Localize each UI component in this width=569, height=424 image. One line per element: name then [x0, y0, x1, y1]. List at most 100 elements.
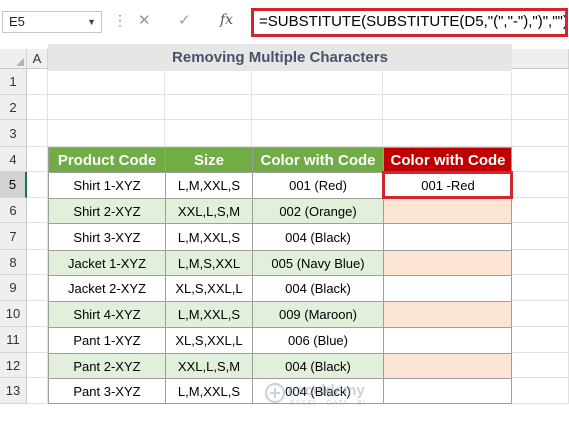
result-cell[interactable] — [383, 275, 512, 301]
product-code-cell[interactable]: Shirt 3-XYZ — [48, 223, 165, 250]
formula-bar: E5 ▼ ⋮ ✕ ✓ fx =SUBSTITUTE(SUBSTITUTE(D5,… — [0, 0, 569, 44]
header-color-with-code[interactable]: Color with Code — [252, 147, 383, 172]
grid-cell[interactable] — [512, 223, 569, 250]
grid-cell[interactable] — [512, 250, 569, 275]
result-cell[interactable] — [383, 198, 512, 223]
name-box[interactable]: E5 ▼ — [2, 11, 102, 33]
more-options-icon[interactable]: ⋮ — [113, 12, 127, 29]
size-cell[interactable]: XXL,L,S,M — [165, 198, 252, 223]
result-cell[interactable] — [383, 327, 512, 353]
column-header-next[interactable] — [512, 49, 569, 69]
grid-cell[interactable] — [165, 69, 252, 95]
header-size[interactable]: Size — [165, 147, 252, 172]
result-cell[interactable] — [383, 353, 512, 378]
color-code-cell[interactable]: 004 (Black) — [252, 223, 383, 250]
grid-cell[interactable] — [27, 301, 48, 327]
grid-cell[interactable] — [512, 95, 569, 120]
row-header-11[interactable]: 11 — [0, 327, 27, 353]
size-cell[interactable]: XL,S,XXL,L — [165, 275, 252, 301]
header-result-color-with-code[interactable]: Color with Code — [383, 147, 512, 172]
grid-cell[interactable] — [165, 120, 252, 147]
row-header-4[interactable]: 4 — [0, 147, 27, 172]
grid-cell[interactable] — [27, 223, 48, 250]
grid-cell[interactable] — [252, 69, 383, 95]
product-code-cell[interactable]: Pant 3-XYZ — [48, 378, 165, 404]
row-header-8[interactable]: 8 — [0, 250, 27, 275]
row-header-13[interactable]: 13 — [0, 378, 27, 404]
grid-cell[interactable] — [512, 353, 569, 378]
color-code-cell[interactable]: 004 (Black) — [252, 275, 383, 301]
size-cell[interactable]: L,M,XXL,S — [165, 301, 252, 327]
product-code-cell[interactable]: Shirt 2-XYZ — [48, 198, 165, 223]
size-cell[interactable]: XXL,L,S,M — [165, 353, 252, 378]
grid-cell[interactable] — [252, 120, 383, 147]
grid-cell[interactable] — [27, 147, 48, 172]
color-code-cell[interactable]: 002 (Orange) — [252, 198, 383, 223]
grid-cell[interactable] — [512, 69, 569, 95]
grid-cell[interactable] — [27, 198, 48, 223]
color-code-cell[interactable]: 001 (Red) — [252, 172, 383, 198]
result-cell[interactable] — [383, 250, 512, 275]
grid-cell[interactable] — [383, 69, 512, 95]
grid-cell[interactable] — [48, 69, 165, 95]
grid-cell[interactable] — [512, 327, 569, 353]
result-cell[interactable] — [383, 223, 512, 250]
chevron-down-icon[interactable]: ▼ — [87, 12, 96, 32]
color-code-cell[interactable]: 005 (Navy Blue) — [252, 250, 383, 275]
size-cell[interactable]: XL,S,XXL,L — [165, 327, 252, 353]
grid-cell[interactable] — [27, 69, 48, 95]
product-code-cell[interactable]: Jacket 2-XYZ — [48, 275, 165, 301]
color-code-cell[interactable]: 009 (Maroon) — [252, 301, 383, 327]
row-header-5[interactable]: 5 — [0, 172, 27, 198]
grid-cell[interactable] — [512, 198, 569, 223]
grid-cell[interactable] — [383, 95, 512, 120]
result-cell[interactable] — [383, 301, 512, 327]
grid-cell[interactable] — [512, 275, 569, 301]
color-code-cell[interactable]: 004 (Black) — [252, 353, 383, 378]
exceldemy-logo-icon — [264, 382, 286, 404]
enter-icon[interactable]: ✓ — [178, 11, 191, 29]
column-header-a[interactable]: A — [27, 49, 48, 69]
product-code-cell[interactable]: Jacket 1-XYZ — [48, 250, 165, 275]
row-header-3[interactable]: 3 — [0, 120, 27, 147]
grid-cell[interactable] — [252, 95, 383, 120]
select-all-corner[interactable] — [0, 49, 27, 69]
grid-cell[interactable] — [27, 378, 48, 404]
grid-cell[interactable] — [27, 120, 48, 147]
grid-cell[interactable] — [512, 172, 569, 198]
size-cell[interactable]: L,M,S,XXL — [165, 250, 252, 275]
row-header-9[interactable]: 9 — [0, 275, 27, 301]
header-product-code[interactable]: Product Code — [48, 147, 165, 172]
insert-function-icon[interactable]: fx — [220, 12, 233, 28]
row-header-7[interactable]: 7 — [0, 223, 27, 250]
row-header-12[interactable]: 12 — [0, 353, 27, 378]
grid-cell[interactable] — [27, 95, 48, 120]
product-code-cell[interactable]: Pant 2-XYZ — [48, 353, 165, 378]
product-code-cell[interactable]: Pant 1-XYZ — [48, 327, 165, 353]
grid-cell[interactable] — [27, 275, 48, 301]
grid-cell[interactable] — [165, 95, 252, 120]
grid-cell[interactable] — [48, 120, 165, 147]
grid-cell[interactable] — [27, 327, 48, 353]
size-cell[interactable]: L,M,XXL,S — [165, 378, 252, 404]
product-code-cell[interactable]: Shirt 1-XYZ — [48, 172, 165, 198]
grid-cell[interactable] — [512, 378, 569, 404]
grid-cell[interactable] — [383, 120, 512, 147]
grid-cell[interactable] — [512, 120, 569, 147]
size-cell[interactable]: L,M,XXL,S — [165, 172, 252, 198]
grid-cell[interactable] — [48, 95, 165, 120]
grid-cell[interactable] — [27, 353, 48, 378]
row-header-6[interactable]: 6 — [0, 198, 27, 223]
grid-cell[interactable] — [512, 147, 569, 172]
color-code-cell[interactable]: 006 (Blue) — [252, 327, 383, 353]
row-header-2[interactable]: 2 — [0, 95, 27, 120]
row-header-1[interactable]: 1 — [0, 69, 27, 95]
grid-cell[interactable] — [512, 301, 569, 327]
formula-input[interactable]: =SUBSTITUTE(SUBSTITUTE(D5,"(","-"),")","… — [251, 8, 568, 37]
grid-cell[interactable] — [27, 172, 48, 198]
product-code-cell[interactable]: Shirt 4-XYZ — [48, 301, 165, 327]
size-cell[interactable]: L,M,XXL,S — [165, 223, 252, 250]
cancel-icon[interactable]: ✕ — [138, 11, 151, 29]
grid-cell[interactable] — [27, 250, 48, 275]
row-header-10[interactable]: 10 — [0, 301, 27, 327]
